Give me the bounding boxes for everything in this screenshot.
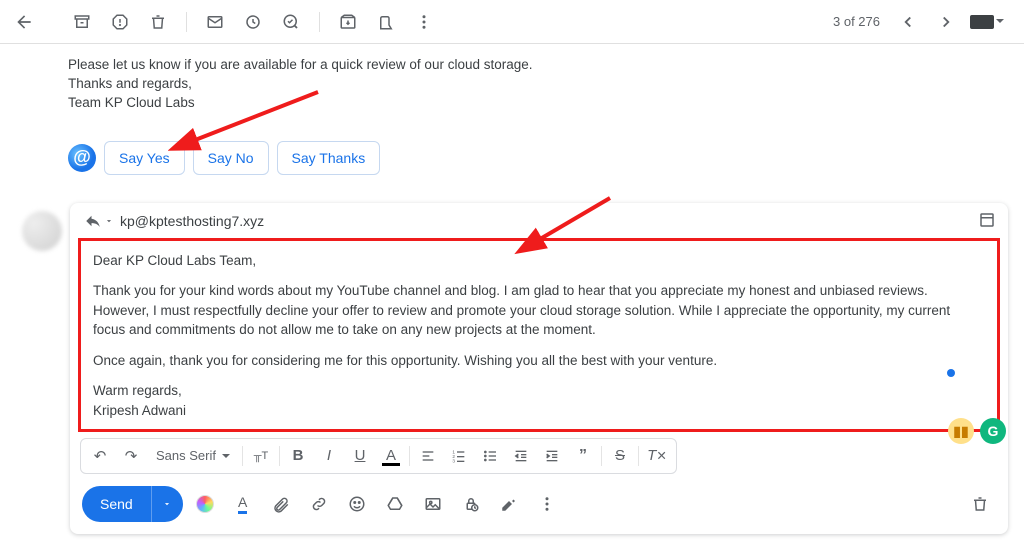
compose-body[interactable]: Dear KP Cloud Labs Team, Thank you for y… <box>78 238 1000 432</box>
add-to-tasks-button[interactable] <box>273 4 309 40</box>
to-address[interactable]: kp@kptesthosting7.xyz <box>120 213 264 229</box>
font-select[interactable]: Sans Serif <box>147 441 239 471</box>
send-button[interactable]: Send <box>82 486 151 522</box>
remove-format-button[interactable]: T✕ <box>642 441 672 471</box>
smart-reply-icon: @ <box>68 144 96 172</box>
numbered-list-button[interactable]: 123 <box>444 441 474 471</box>
insert-link-button[interactable] <box>303 488 335 520</box>
compose-actions: Send A <box>70 482 1008 534</box>
undo-button[interactable]: ↶ <box>85 441 115 471</box>
formatting-toggle[interactable]: A <box>227 488 259 520</box>
newer-button[interactable] <box>928 4 964 40</box>
bold-button[interactable]: B <box>283 441 313 471</box>
older-button[interactable] <box>890 4 926 40</box>
archive-button[interactable] <box>64 4 100 40</box>
font-size-button[interactable]: ╥T <box>246 441 276 471</box>
delete-button[interactable] <box>140 4 176 40</box>
grammarly-badge[interactable]: G <box>980 418 1006 444</box>
redo-button[interactable]: ↷ <box>116 441 146 471</box>
reply-type-button[interactable] <box>84 212 114 230</box>
compose-card: kp@kptesthosting7.xyz Dear KP Cloud Labs… <box>70 203 1008 534</box>
mark-unread-button[interactable] <box>197 4 233 40</box>
report-spam-button[interactable] <box>102 4 138 40</box>
strikethrough-button[interactable]: S <box>605 441 635 471</box>
text-color-button[interactable]: A <box>376 441 406 471</box>
insert-drive-button[interactable] <box>379 488 411 520</box>
insert-emoji-button[interactable] <box>341 488 373 520</box>
move-to-button[interactable] <box>330 4 366 40</box>
previous-email-body: Please let us know if you are available … <box>68 56 1024 113</box>
insert-signature-button[interactable] <box>493 488 525 520</box>
send-options-button[interactable] <box>151 486 183 522</box>
smart-reply-thanks[interactable]: Say Thanks <box>277 141 381 175</box>
indent-less-button[interactable] <box>506 441 536 471</box>
format-toolbar: ↶ ↷ Sans Serif ╥T B I U A 123 <box>80 438 677 474</box>
more-button[interactable] <box>406 4 442 40</box>
magic-compose-button[interactable] <box>189 488 221 520</box>
discard-draft-button[interactable] <box>964 488 996 520</box>
underline-button[interactable]: U <box>345 441 375 471</box>
snooze-button[interactable] <box>235 4 271 40</box>
popout-button[interactable] <box>978 211 996 232</box>
sender-avatar <box>22 211 62 251</box>
smart-reply-no[interactable]: Say No <box>193 141 269 175</box>
mail-toolbar: 3 of 276 <box>0 0 1024 44</box>
indent-more-button[interactable] <box>537 441 567 471</box>
page-counter: 3 of 276 <box>833 14 880 29</box>
quote-button[interactable]: ” <box>568 441 598 471</box>
italic-button[interactable]: I <box>314 441 344 471</box>
grammar-indicator <box>947 369 955 377</box>
align-button[interactable] <box>413 441 443 471</box>
attach-button[interactable] <box>265 488 297 520</box>
svg-text:3: 3 <box>452 458 455 463</box>
keyboard-icon <box>970 15 994 29</box>
smart-reply-row: @ Say Yes Say No Say Thanks <box>68 141 1024 175</box>
bullet-list-button[interactable] <box>475 441 505 471</box>
extension-badges: ▮▮ G <box>948 418 1006 444</box>
compose-more-button[interactable] <box>531 488 563 520</box>
extension-badge-1[interactable]: ▮▮ <box>948 418 974 444</box>
compose-header: kp@kptesthosting7.xyz <box>70 203 1008 238</box>
labels-button[interactable] <box>368 4 404 40</box>
back-button[interactable] <box>6 4 42 40</box>
send-button-group: Send <box>82 486 183 522</box>
confidential-mode-button[interactable] <box>455 488 487 520</box>
message-area: Please let us know if you are available … <box>0 44 1024 534</box>
insert-photo-button[interactable] <box>417 488 449 520</box>
input-tools[interactable] <box>966 15 1008 29</box>
smart-reply-yes[interactable]: Say Yes <box>104 141 185 175</box>
